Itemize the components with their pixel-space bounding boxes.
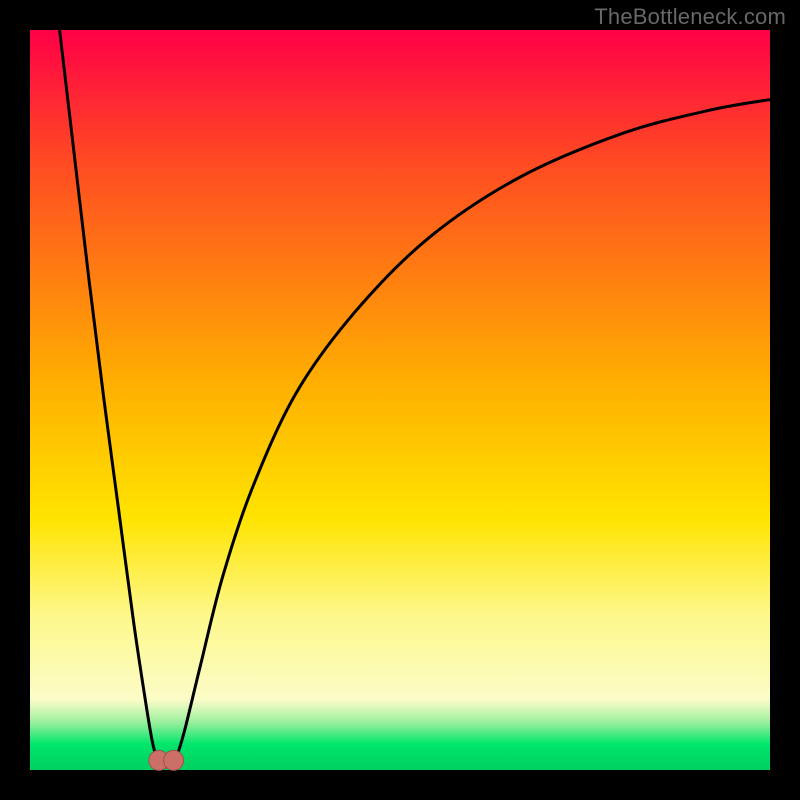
valley-marker-right [164,750,184,770]
chart-stage: TheBottleneck.com [0,0,800,800]
plot-background [30,30,770,770]
bottleneck-chart [0,0,800,800]
watermark-text: TheBottleneck.com [594,4,786,30]
